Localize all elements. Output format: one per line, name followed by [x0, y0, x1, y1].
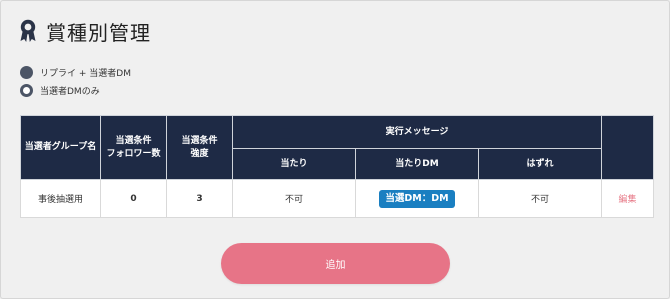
add-button[interactable]: 追加 — [221, 243, 450, 284]
cell-hit-dm: 当選DM：DM — [355, 179, 479, 218]
header-actions — [601, 115, 655, 180]
header-follower-count: 当選条件 フォロワー数 — [100, 115, 167, 180]
radio-button-icon[interactable] — [20, 66, 33, 79]
award-ribbon-icon — [20, 19, 36, 42]
cell-group-name: 事後抽選用 — [20, 179, 101, 218]
header-hit-dm: 当たりDM — [355, 148, 479, 180]
radio-option-reply-and-dm[interactable]: リプライ + 当選者DM — [20, 66, 131, 79]
page-title: 賞種別管理 — [46, 20, 151, 45]
page-header: 賞種別管理 — [19, 18, 151, 45]
cell-strength: 3 — [166, 179, 233, 218]
hit-dm-badge[interactable]: 当選DM：DM — [379, 189, 455, 208]
winner-group-table: 当選者グループ名 当選条件 フォロワー数 当選条件 強度 実行メッセージ 当たり… — [20, 115, 655, 218]
header-exec-message: 実行メッセージ — [231, 115, 603, 149]
edit-link[interactable]: 編集 — [619, 195, 637, 205]
cell-follower-count: 0 — [100, 179, 167, 218]
header-hit: 当たり — [232, 148, 356, 180]
table-row: 事後抽選用 0 3 不可 当選DM：DM 不可 編集 — [20, 179, 655, 218]
cell-edit: 編集 — [601, 179, 655, 218]
header-strength: 当選条件 強度 — [166, 115, 233, 180]
cell-miss: 不可 — [477, 179, 603, 218]
radio-option-dm-only[interactable]: 当選者DMのみ — [20, 84, 100, 97]
page-frame: 賞種別管理 リプライ + 当選者DM 当選者DMのみ 当選者グループ名 当選条件… — [0, 0, 670, 299]
radio-button-selected-icon[interactable] — [20, 84, 33, 97]
header-miss: はずれ — [477, 148, 603, 180]
header-group-name: 当選者グループ名 — [20, 115, 101, 180]
radio-label: リプライ + 当選者DM — [40, 69, 131, 79]
radio-label: 当選者DMのみ — [40, 87, 100, 97]
cell-hit: 不可 — [232, 179, 356, 218]
